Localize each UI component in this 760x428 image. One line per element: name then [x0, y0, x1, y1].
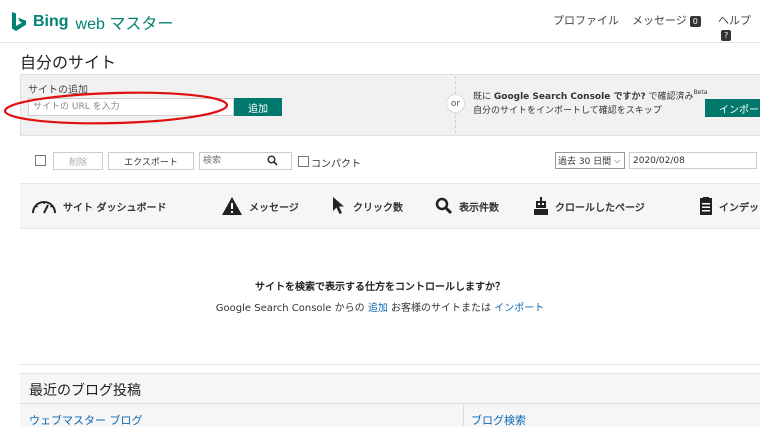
tab-label: 表示件数 — [459, 202, 499, 214]
document-icon — [700, 197, 712, 215]
red-annotation-ellipse — [3, 91, 229, 125]
tab-crawled-pages[interactable]: クロールしたページ — [533, 193, 645, 219]
empty-state-title: サイトを検索で表示する仕方をコントロールしますか？ — [255, 282, 505, 293]
profile-link[interactable]: プロファイル — [553, 12, 619, 28]
brand-product: web マスター — [75, 16, 174, 33]
warning-icon — [222, 197, 242, 215]
empty-state-text: Google Search Console からの 追加 お客様のサイトまたは … — [0, 299, 760, 314]
compact-label: コンパクト — [311, 159, 361, 170]
chevron-down-icon: ⌵ — [614, 155, 621, 165]
messages-label: メッセージ — [632, 14, 687, 27]
tab-impressions[interactable]: 表示件数 — [435, 193, 499, 219]
beta-label: Beta — [693, 89, 708, 96]
add-link[interactable]: 追加 — [368, 303, 388, 314]
empty-text-middle: お客様のサイトまたは — [391, 303, 492, 314]
bing-webmaster-logo[interactable]: Bing web マスター — [10, 9, 173, 35]
compact-checkbox[interactable] — [298, 156, 309, 167]
import-prompt: 既に Google Search Console ですか? で確認済みBeta — [473, 89, 707, 102]
tab-label: サイト ダッシュボード — [63, 202, 167, 214]
gauge-icon — [32, 201, 56, 214]
import-link[interactable]: インポート — [494, 303, 544, 314]
tab-clicks[interactable]: クリック数 — [331, 193, 403, 219]
tab-label: インデッ — [719, 202, 759, 214]
tab-index[interactable]: インデッ — [699, 193, 759, 219]
blog-section-title: 最近のブログ投稿 — [29, 383, 141, 399]
tab-label: クロールしたページ — [555, 202, 645, 214]
delete-button[interactable]: 削除 — [53, 152, 103, 170]
import-suffix: で確認済み — [648, 92, 694, 102]
help-label: ヘルプ — [718, 14, 751, 27]
import-button[interactable]: インポー — [705, 99, 760, 117]
tab-label: クリック数 — [353, 202, 403, 214]
empty-text-prefix: Google Search Console からの — [215, 303, 365, 314]
period-select[interactable]: 過去 30 日間 ⌵ — [555, 152, 625, 169]
messages-link[interactable]: メッセージ 0 — [632, 12, 701, 28]
import-description: 自分のサイトをインポートして確認をスキップ — [473, 106, 662, 116]
cursor-icon — [333, 197, 344, 214]
page-title: 自分のサイト — [20, 53, 117, 72]
import-prefix: 既に — [473, 92, 492, 102]
add-site-button[interactable]: 追加 — [234, 98, 282, 116]
blog-column-divider — [463, 404, 464, 426]
tab-site-dashboard[interactable]: サイト ダッシュボード — [31, 193, 166, 219]
or-separator: or — [446, 94, 465, 113]
tab-messages[interactable]: メッセージ — [221, 193, 299, 219]
tab-label: メッセージ — [249, 202, 299, 214]
blog-divider — [20, 403, 760, 404]
export-button[interactable]: エクスポート — [108, 152, 194, 170]
date-field[interactable]: 2020/02/08 — [629, 152, 757, 169]
help-link[interactable]: ヘルプ? — [718, 12, 760, 41]
section-divider — [20, 364, 760, 365]
brand-name: Bing — [33, 13, 69, 30]
search-icon[interactable] — [267, 155, 278, 166]
site-search-input[interactable] — [199, 152, 292, 170]
robot-icon — [534, 197, 548, 215]
import-strong: Google Search Console ですか? — [493, 92, 646, 102]
select-all-checkbox[interactable] — [35, 155, 46, 166]
help-badge: ? — [721, 29, 732, 41]
messages-count-badge: 0 — [689, 15, 701, 27]
period-value: 過去 30 日間 — [558, 157, 612, 167]
bing-logo-icon — [12, 12, 26, 31]
search-icon — [435, 197, 453, 215]
